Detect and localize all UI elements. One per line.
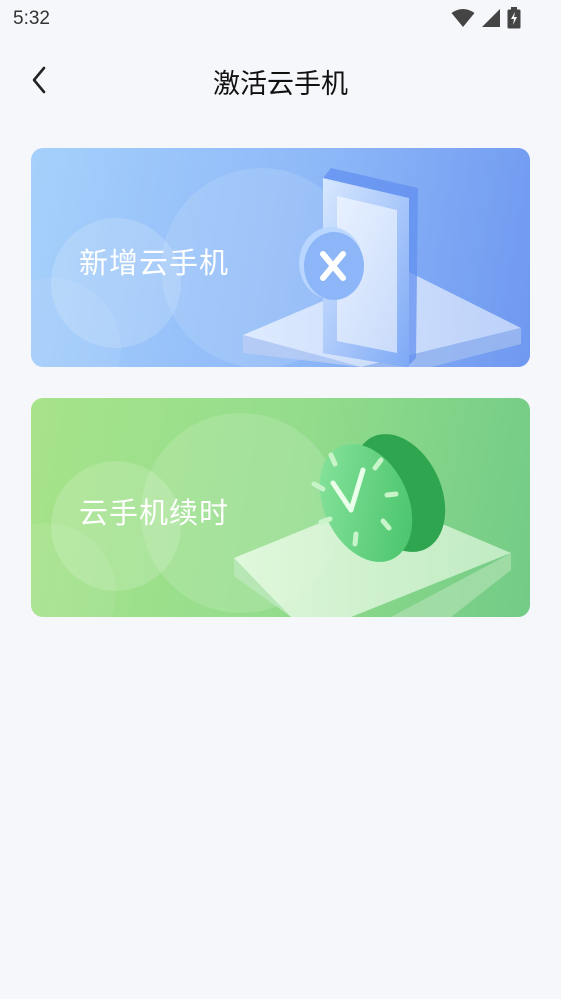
page-title: 激活云手机 bbox=[213, 69, 348, 100]
status-time: 5:32 bbox=[13, 8, 50, 29]
status-icons bbox=[451, 7, 521, 29]
status-bar: 5:32 bbox=[0, 0, 561, 38]
cellular-signal-icon bbox=[482, 9, 500, 27]
renew-cloud-phone-label: 云手机续时 bbox=[79, 496, 230, 530]
header: 激活云手机 bbox=[0, 50, 561, 110]
renew-cloud-phone-card[interactable]: 云手机续时 bbox=[31, 398, 530, 617]
add-cloud-phone-label: 新增云手机 bbox=[79, 246, 230, 280]
battery-charging-icon bbox=[507, 7, 521, 29]
add-cloud-phone-card[interactable]: 新增云手机 bbox=[31, 148, 530, 367]
wifi-icon bbox=[451, 9, 475, 27]
